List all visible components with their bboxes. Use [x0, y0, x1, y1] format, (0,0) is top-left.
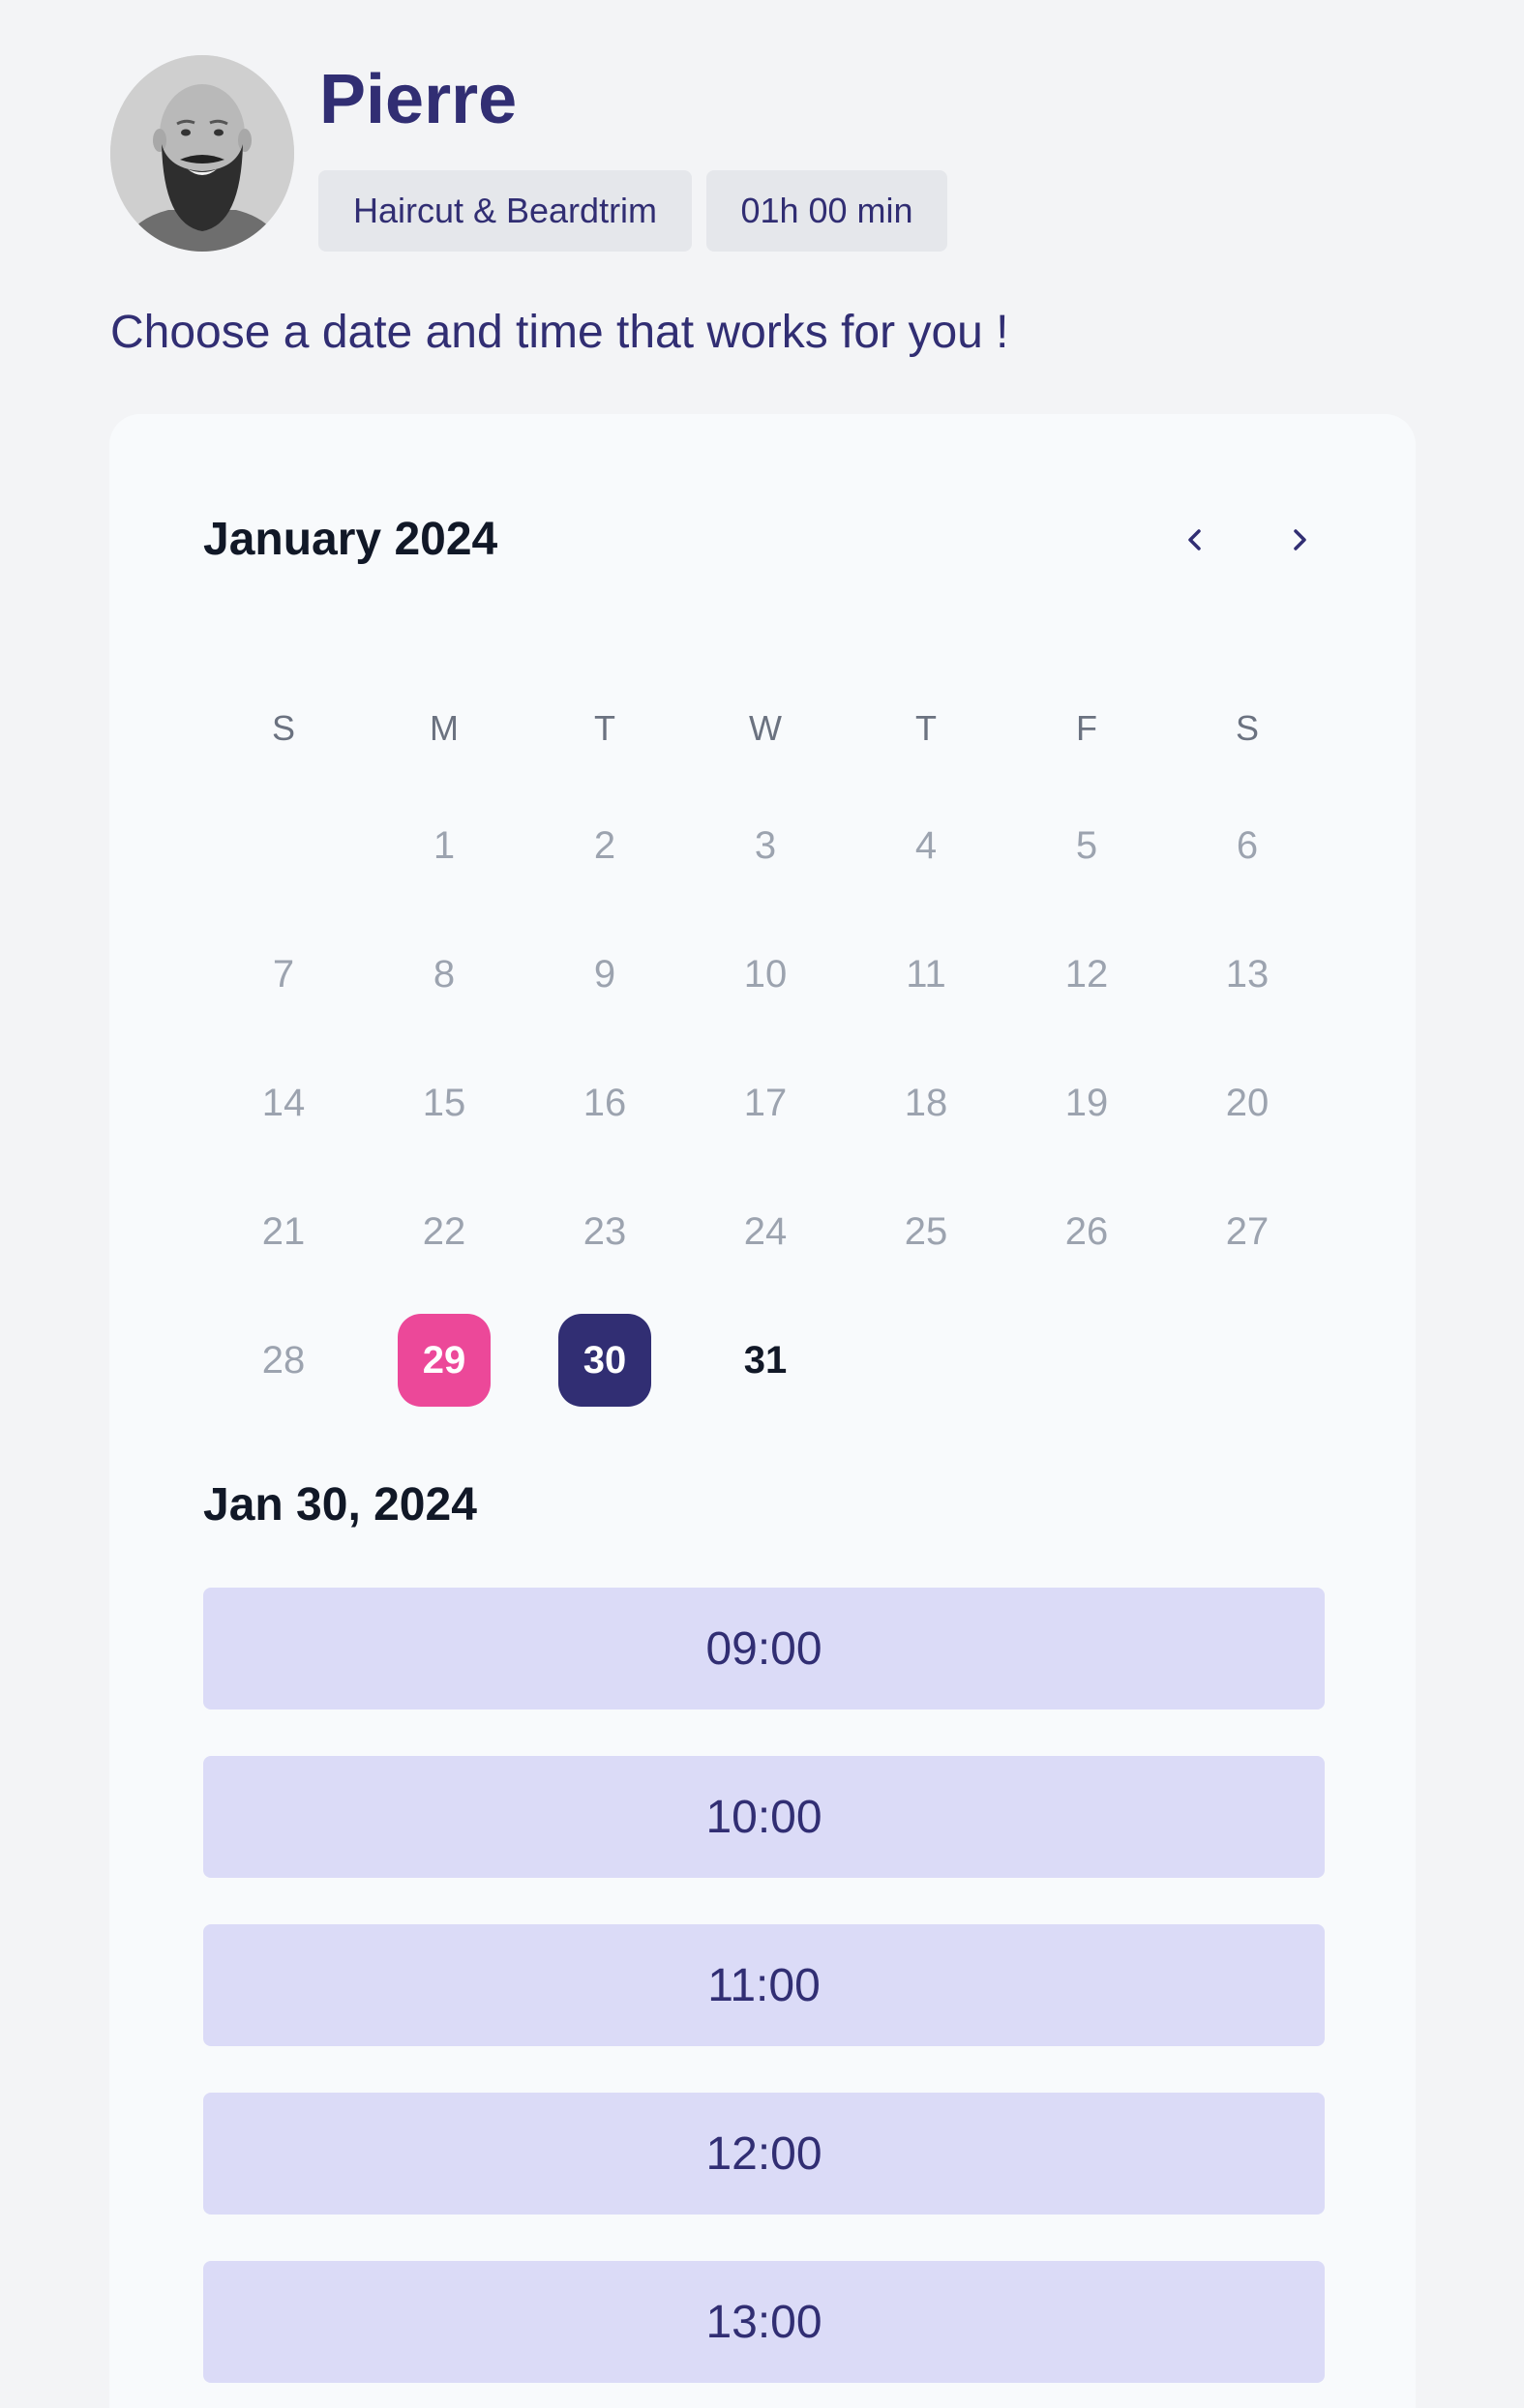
calendar-day: 15: [422, 1081, 466, 1124]
calendar-day: 5: [1075, 823, 1098, 867]
calendar-day: 28: [261, 1338, 306, 1382]
calendar-day: 3: [754, 823, 777, 867]
weekday-label: T: [594, 708, 615, 748]
calendar-day: 26: [1064, 1209, 1109, 1253]
calendar-day: 22: [422, 1209, 466, 1253]
weekday-label: M: [430, 708, 459, 748]
weekday-label: W: [749, 708, 782, 748]
selected-date-label: Jan 30, 2024: [203, 1479, 477, 1531]
calendar-day: 17: [743, 1081, 788, 1124]
calendar-day: 24: [743, 1209, 788, 1253]
calendar-day: 14: [261, 1081, 306, 1124]
calendar-day: 23: [583, 1209, 627, 1253]
calendar-day: 18: [904, 1081, 948, 1124]
weekday-label: S: [271, 708, 295, 748]
calendar-month-title: January 2024: [203, 514, 498, 565]
calendar-day: 25: [904, 1209, 948, 1253]
provider-avatar: [110, 55, 294, 252]
booking-card: January 2024 SMTWTFS 1 2 3 4 5 6 7 8 9 10 11 12 13 14…: [109, 414, 1416, 2408]
calendar-day: 9: [593, 952, 616, 996]
calendar-day: 19: [1064, 1081, 1109, 1124]
time-slot-button[interactable]: 13:00: [203, 2261, 1325, 2383]
calendar-day: 20: [1225, 1081, 1270, 1124]
calendar-day-today[interactable]: 29: [398, 1314, 491, 1407]
calendar-day: 2: [593, 823, 616, 867]
calendar-day-selected[interactable]: 30: [558, 1314, 651, 1407]
calendar-day: 21: [261, 1209, 306, 1253]
bearded-man-portrait-icon: [110, 55, 294, 252]
chevron-left-icon: [1188, 529, 1201, 550]
calendar-day: 4: [914, 823, 938, 867]
previous-month-button[interactable]: [1166, 511, 1224, 569]
weekday-label: T: [915, 708, 937, 748]
calendar-day: 27: [1225, 1209, 1270, 1253]
calendar-day: 1: [433, 823, 456, 867]
next-month-button[interactable]: [1270, 511, 1329, 569]
chevron-right-icon: [1294, 529, 1306, 550]
calendar-day: 11: [906, 952, 946, 996]
booking-page: Pierre Haircut & Beardtrim 01h 00 min Ch…: [0, 0, 1524, 2408]
provider-name: Pierre: [319, 61, 518, 138]
time-slot-button[interactable]: 12:00: [203, 2093, 1325, 2215]
service-chip: Haircut & Beardtrim: [318, 170, 692, 252]
calendar-day: 16: [583, 1081, 627, 1124]
time-slot-button[interactable]: 10:00: [203, 1756, 1325, 1878]
duration-chip: 01h 00 min: [706, 170, 947, 252]
calendar-day: 10: [743, 952, 788, 996]
time-slot-button[interactable]: 09:00: [203, 1588, 1325, 1709]
weekday-label: F: [1076, 708, 1097, 748]
calendar-day: 13: [1225, 952, 1270, 996]
calendar-day: 6: [1236, 823, 1259, 867]
calendar-day: 8: [433, 952, 456, 996]
weekday-label: S: [1235, 708, 1259, 748]
time-slot-button[interactable]: 11:00: [203, 1924, 1325, 2046]
calendar-day-available[interactable]: 31: [719, 1314, 812, 1407]
calendar-day: 12: [1064, 952, 1109, 996]
intro-text: Choose a date and time that works for yo…: [110, 307, 1009, 358]
calendar-day: 7: [272, 952, 295, 996]
